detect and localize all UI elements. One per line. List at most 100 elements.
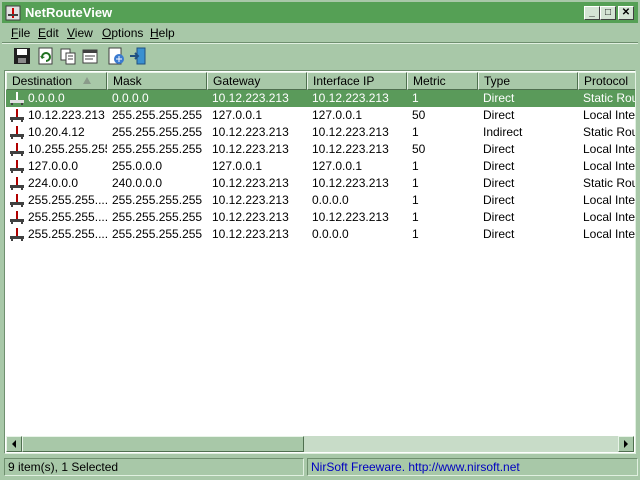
cell-type: Direct xyxy=(483,193,515,207)
table-row[interactable]: 255.255.255.... 255.255.255.255 10.12.223.… xyxy=(6,192,636,209)
cell-type: Direct xyxy=(483,108,515,122)
menu-view[interactable]: View xyxy=(67,25,93,41)
column-header-destination[interactable]: Destination xyxy=(6,72,107,90)
cell-destination: 255.255.255.... xyxy=(28,210,107,224)
copy-icon[interactable] xyxy=(58,46,78,66)
menu-file[interactable]: File xyxy=(11,25,30,41)
horizontal-scrollbar[interactable] xyxy=(6,436,634,452)
column-header-protocol[interactable]: Protocol xyxy=(578,72,635,90)
cell-protocol: Local Interface xyxy=(583,227,636,241)
cell-metric: 50 xyxy=(412,142,426,156)
menu-help[interactable]: Help xyxy=(150,25,175,41)
html-report-icon[interactable] xyxy=(106,46,126,66)
scrollbar-thumb[interactable] xyxy=(22,436,304,452)
cell-destination: 10.12.223.213 xyxy=(28,108,105,122)
table-row[interactable]: 10.20.4.12 255.255.255.255 10.12.223.213 10… xyxy=(6,124,635,141)
cell-destination: 224.0.0.0 xyxy=(28,176,79,190)
exit-icon[interactable] xyxy=(128,46,148,66)
cell-mask: 240.0.0.0 xyxy=(112,176,163,190)
cell-protocol: Local Interface xyxy=(583,108,636,122)
chevron-right-icon xyxy=(624,440,628,448)
cell-interface-ip: 127.0.0.1 xyxy=(312,108,363,122)
column-header-metric[interactable]: Metric xyxy=(407,72,478,90)
cell-protocol: Local Interface xyxy=(583,159,636,173)
table-row[interactable]: 127.0.0.0 255.0.0.0 127.0.0.1 127.0.0.1 1 Dir… xyxy=(6,158,636,175)
cell-interface-ip: 10.12.223.213 xyxy=(312,125,389,139)
cell-type: Direct xyxy=(483,91,515,105)
cell-destination: 127.0.0.0 xyxy=(28,159,79,173)
scroll-right-button[interactable] xyxy=(618,436,634,452)
cell-interface-ip: 0.0.0.0 xyxy=(312,227,349,241)
table-row[interactable]: 10.255.255.255 255.255.255.255 10.12.223.2… xyxy=(6,141,636,158)
cell-mask: 255.255.255.255 xyxy=(112,210,203,224)
title-bar[interactable]: NetRouteView _ □ ✕ xyxy=(2,2,638,23)
cell-interface-ip: 10.12.223.213 xyxy=(312,210,389,224)
cell-protocol: Static Route xyxy=(583,91,635,105)
cell-metric: 1 xyxy=(412,91,419,105)
cell-protocol: Local Interface xyxy=(583,193,636,207)
cell-mask: 255.255.255.255 xyxy=(112,142,203,156)
table-row[interactable]: 255.255.255.... 255.255.255.255 10.12.223.… xyxy=(6,209,636,226)
cell-destination: 255.255.255.... xyxy=(28,227,107,241)
chevron-left-icon xyxy=(12,440,16,448)
cell-protocol: Static Route xyxy=(583,125,635,139)
list-header: Destination Mask Gateway Interface IP Me… xyxy=(6,72,635,90)
cell-mask: 255.255.255.255 xyxy=(112,193,203,207)
sort-ascending-icon xyxy=(83,77,91,84)
status-item-count: 9 item(s), 1 Selected xyxy=(4,458,304,476)
cell-interface-ip: 10.12.223.213 xyxy=(312,176,389,190)
column-header-mask[interactable]: Mask xyxy=(107,72,207,90)
table-row[interactable]: 224.0.0.0 240.0.0.0 10.12.223.213 10.12.223… xyxy=(6,175,635,192)
cell-metric: 1 xyxy=(412,159,419,173)
status-bar: 9 item(s), 1 Selected NirSoft Freeware. … xyxy=(2,457,638,477)
column-header-gateway[interactable]: Gateway xyxy=(207,72,307,90)
minimize-button[interactable]: _ xyxy=(584,6,600,20)
toolbar xyxy=(2,44,638,68)
cell-destination: 10.20.4.12 xyxy=(28,125,85,139)
cell-interface-ip: 10.12.223.213 xyxy=(312,91,389,105)
menu-options[interactable]: Options xyxy=(102,25,143,41)
cell-destination: 10.255.255.255 xyxy=(28,142,107,156)
column-header-interface-ip[interactable]: Interface IP xyxy=(307,72,407,90)
refresh-icon[interactable] xyxy=(36,46,56,66)
close-button[interactable]: ✕ xyxy=(618,6,634,20)
cell-type: Indirect xyxy=(483,125,523,139)
cell-protocol: Local Interface xyxy=(583,210,636,224)
table-row[interactable]: 10.12.223.213 255.255.255.255 127.0.0.1 127… xyxy=(6,107,636,124)
save-icon[interactable] xyxy=(12,46,32,66)
menu-edit[interactable]: Edit xyxy=(38,25,59,41)
maximize-button[interactable]: □ xyxy=(600,6,616,20)
cell-metric: 1 xyxy=(412,176,419,190)
table-row[interactable]: 255.255.255.... 255.255.255.255 10.12.223.… xyxy=(6,226,636,243)
maximize-icon: □ xyxy=(604,7,612,18)
cell-protocol: Static Route xyxy=(583,176,635,190)
cell-interface-ip: 127.0.0.1 xyxy=(312,159,363,173)
scroll-left-button[interactable] xyxy=(6,436,22,452)
properties-icon[interactable] xyxy=(80,46,100,66)
cell-mask: 255.0.0.0 xyxy=(112,159,163,173)
cell-type: Direct xyxy=(483,210,515,224)
route-list[interactable]: Destination Mask Gateway Interface IP Me… xyxy=(4,70,636,454)
cell-interface-ip: 10.12.223.213 xyxy=(312,142,389,156)
cell-gateway: 10.12.223.213 xyxy=(212,91,289,105)
cell-type: Direct xyxy=(483,142,515,156)
cell-mask: 255.255.255.255 xyxy=(112,125,203,139)
app-icon xyxy=(5,5,21,21)
cell-metric: 1 xyxy=(412,193,419,207)
cell-gateway: 10.12.223.213 xyxy=(212,193,289,207)
cell-destination: 0.0.0.0 xyxy=(28,91,65,105)
status-credit-link[interactable]: NirSoft Freeware. http://www.nirsoft.net xyxy=(307,458,638,476)
cell-metric: 1 xyxy=(412,227,419,241)
cell-protocol: Local Interface xyxy=(583,142,636,156)
minimize-icon: _ xyxy=(589,7,595,18)
cell-gateway: 10.12.223.213 xyxy=(212,125,289,139)
app-window: NetRouteView _ □ ✕ File Edit View Option… xyxy=(0,0,640,480)
cell-metric: 50 xyxy=(412,108,426,122)
cell-metric: 1 xyxy=(412,210,419,224)
cell-type: Direct xyxy=(483,176,515,190)
cell-gateway: 10.12.223.213 xyxy=(212,227,289,241)
table-row[interactable]: 0.0.0.0 0.0.0.0 10.12.223.213 10.12.223.213… xyxy=(6,90,635,107)
column-header-type[interactable]: Type xyxy=(478,72,578,90)
nirsoft-link[interactable]: NirSoft Freeware. http://www.nirsoft.net xyxy=(311,460,520,474)
cell-gateway: 10.12.223.213 xyxy=(212,176,289,190)
